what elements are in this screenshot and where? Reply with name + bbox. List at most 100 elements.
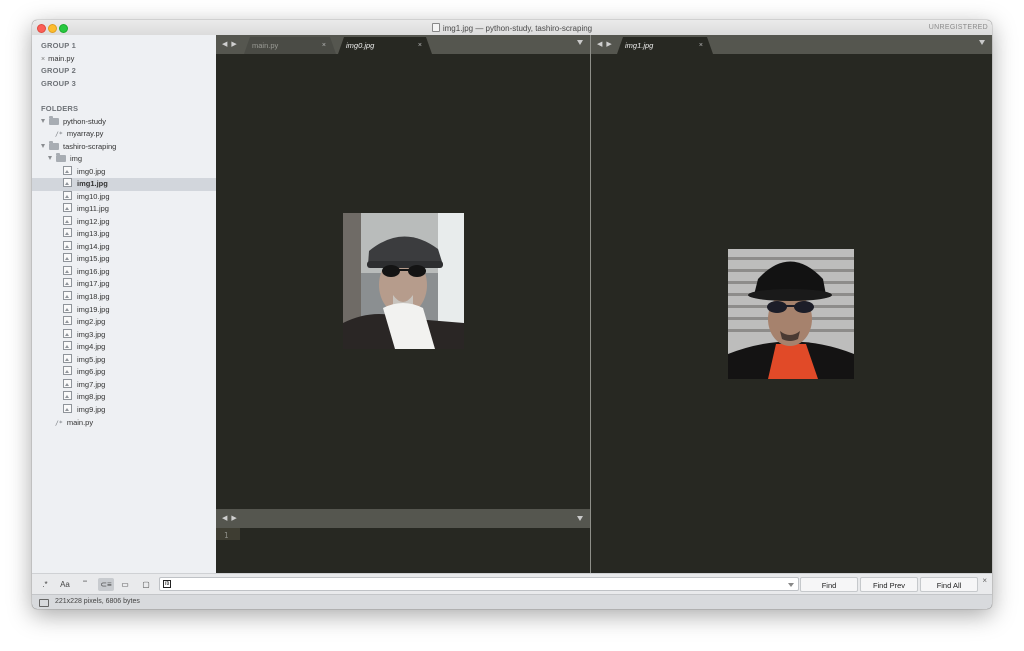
line-number: 1 [224, 531, 229, 540]
sidebar-file-image[interactable]: img4.jpg [32, 341, 247, 354]
image-file-icon [63, 265, 72, 275]
file-label: img0.jpg [77, 166, 106, 176]
sidebar-file-image[interactable]: img17.jpg [32, 278, 247, 291]
sidebar-file-image[interactable]: img15.jpg [32, 253, 247, 266]
document-icon [431, 23, 440, 32]
empty-editor-pane[interactable]: 1 [216, 528, 590, 573]
find-all-button[interactable]: Find All [920, 577, 978, 592]
tab-img0-jpg[interactable]: img0.jpg × [338, 37, 432, 54]
right-tab-bar: ◀ ▶ img1.jpg × [591, 35, 992, 54]
group-label: GROUP 2 [41, 66, 77, 75]
tab-dropdown-icon[interactable] [577, 40, 583, 45]
image-file-icon [63, 228, 72, 238]
tab-close-icon[interactable]: × [322, 37, 326, 54]
sidebar-group-2[interactable]: GROUP 2 [32, 65, 225, 78]
find-history-dropdown-icon[interactable] [788, 583, 794, 587]
disclosure-triangle-icon[interactable] [48, 156, 52, 160]
file-label: img8.jpg [77, 392, 106, 402]
find-bar: .* Aa "" ⊂≡ ▭ ▢ iti Find Find Prev Find … [32, 573, 992, 595]
find-input[interactable]: iti [159, 577, 799, 591]
find-button[interactable]: Find [800, 577, 858, 592]
sidebar-file-image[interactable]: img19.jpg [32, 303, 247, 317]
close-find-bar-icon[interactable]: × [982, 576, 987, 585]
sidebar-file-image[interactable]: img14.jpg [32, 240, 247, 254]
image-file-icon [63, 353, 72, 363]
highlight-matches-toggle[interactable]: ▢ [138, 578, 154, 591]
file-label: img7.jpg [77, 379, 106, 389]
image-file-icon [63, 328, 72, 338]
file-label: img10.jpg [77, 191, 110, 201]
file-label: img12.jpg [77, 216, 110, 226]
window-title-wrap: img1.jpg — python-study, tashiro-scrapin… [32, 23, 992, 33]
folder-icon [49, 140, 59, 150]
wrap-toggle[interactable]: ⊂≡ [98, 578, 114, 591]
image-file-icon [63, 253, 72, 263]
code-file-icon: /* [55, 130, 63, 138]
folder-label: img [70, 154, 83, 163]
panel-toggle-icon[interactable] [39, 599, 49, 607]
file-label: img4.jpg [77, 342, 106, 352]
close-file-icon[interactable]: × [41, 56, 45, 63]
file-label: img15.jpg [77, 254, 110, 264]
image-file-icon [63, 240, 72, 250]
sidebar-file-image[interactable]: img7.jpg [32, 378, 247, 392]
title-bar: img1.jpg — python-study, tashiro-scrapin… [32, 20, 992, 36]
sidebar-group-1[interactable]: GROUP 1 [32, 40, 225, 53]
group-label: GROUP 1 [41, 41, 77, 50]
sidebar-file-image[interactable]: img8.jpg [32, 391, 247, 404]
file-label: img16.jpg [77, 266, 110, 276]
in-selection-toggle[interactable]: ▭ [118, 578, 132, 591]
tab-close-icon[interactable]: × [418, 37, 422, 54]
file-label: img11.jpg [77, 204, 109, 214]
tab-close-icon[interactable]: × [699, 37, 703, 54]
image-file-icon [63, 403, 72, 413]
image-file-icon [63, 203, 72, 213]
sidebar-file-image[interactable]: img16.jpg [32, 265, 247, 279]
lower-tab-bar: ◀ ▶ [216, 509, 590, 528]
disclosure-triangle-icon[interactable] [41, 143, 45, 148]
find-prev-button[interactable]: Find Prev [860, 577, 918, 592]
folder-tashiro-scraping[interactable]: tashiro-scraping [32, 140, 225, 154]
sidebar-file-image[interactable]: img11.jpg [32, 203, 247, 216]
sidebar-file-image[interactable]: img2.jpg [32, 316, 247, 329]
disclosure-triangle-icon[interactable] [41, 118, 45, 123]
file-label: img6.jpg [77, 367, 106, 377]
image-img1 [728, 249, 854, 379]
sidebar-file-image[interactable]: img12.jpg [32, 215, 247, 229]
whole-word-toggle[interactable]: "" [78, 578, 92, 591]
tab-nav-arrows-icon[interactable]: ◀ ▶ [222, 514, 238, 522]
sidebar-file-image[interactable]: img13.jpg [32, 228, 247, 241]
tab-dropdown-icon[interactable] [979, 40, 985, 45]
file-label: img13.jpg [77, 229, 110, 239]
sidebar-file-image[interactable]: img10.jpg [32, 190, 247, 204]
file-label: img5.jpg [77, 354, 106, 364]
folder-label: python-study [63, 116, 106, 126]
case-sensitive-toggle[interactable]: Aa [58, 578, 72, 591]
file-label: main.py [66, 417, 94, 427]
file-myarray-py[interactable]: /* myarray.py [32, 128, 239, 141]
tab-main-py[interactable]: main.py × [244, 37, 336, 54]
sidebar-file-image[interactable]: img5.jpg [32, 353, 247, 367]
sidebar-file-image[interactable]: img9.jpg [32, 403, 247, 417]
sidebar-file-image[interactable]: img3.jpg [32, 328, 247, 342]
folder-python-study[interactable]: python-study [32, 115, 225, 129]
sidebar-file-image[interactable]: img1.jpg [32, 178, 247, 191]
tab-dropdown-icon[interactable] [577, 516, 583, 521]
sidebar-open-file-main-py[interactable]: × main.py [32, 53, 225, 66]
image-file-icon [63, 178, 72, 188]
tab-img1-jpg[interactable]: img1.jpg × [617, 37, 713, 54]
sidebar-file-image[interactable]: img0.jpg [32, 165, 247, 179]
sidebar-file-image[interactable]: img18.jpg [32, 291, 247, 304]
folder-img[interactable]: img [32, 153, 232, 166]
file-main-py[interactable]: /* main.py [32, 417, 239, 430]
image-file-icon [63, 391, 72, 401]
file-label: img1.jpg [77, 179, 108, 189]
sidebar-group-3[interactable]: GROUP 3 [32, 78, 225, 91]
image-file-icon [63, 341, 72, 351]
tab-nav-arrows-icon[interactable]: ◀ ▶ [597, 40, 613, 48]
find-input-glyph: iti [163, 580, 172, 588]
sidebar-file-image[interactable]: img6.jpg [32, 366, 247, 379]
tab-nav-arrows-icon[interactable]: ◀ ▶ [222, 40, 238, 48]
regex-toggle[interactable]: .* [38, 578, 52, 591]
file-label: img17.jpg [77, 279, 110, 289]
